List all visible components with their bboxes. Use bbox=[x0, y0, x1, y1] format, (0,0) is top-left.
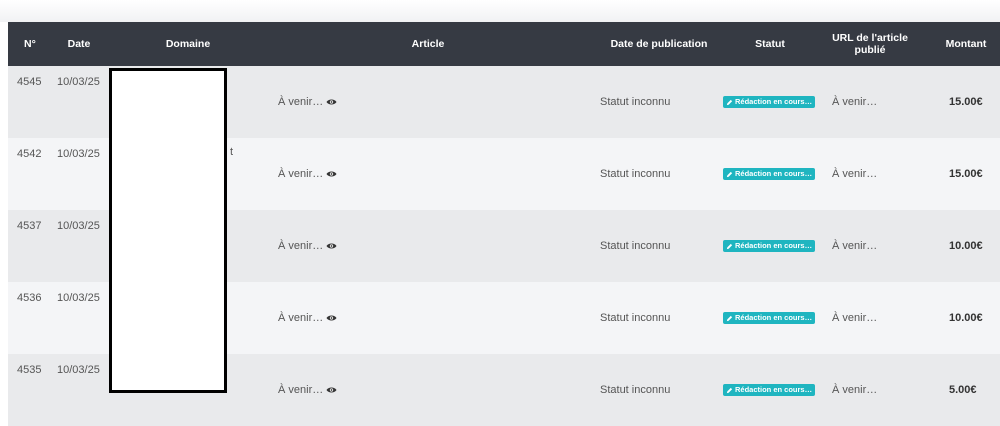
row-url: À venir… bbox=[832, 96, 878, 108]
row-amount: 15.00€ bbox=[949, 96, 983, 108]
eye-icon[interactable] bbox=[326, 170, 337, 178]
row-pub-date: Statut inconnu bbox=[600, 312, 671, 324]
row-num: 4536 bbox=[17, 292, 42, 304]
row-article[interactable]: À venir… bbox=[278, 96, 337, 108]
status-badge-label: Rédaction en cours… bbox=[735, 169, 813, 178]
eye-icon[interactable] bbox=[326, 242, 337, 250]
row-amount: 10.00€ bbox=[949, 312, 983, 324]
article-label: À venir… bbox=[278, 96, 324, 108]
row-amount: 15.00€ bbox=[949, 168, 983, 180]
article-label: À venir… bbox=[278, 384, 324, 396]
status-badge: Rédaction en cours… bbox=[723, 240, 816, 252]
row-amount: 10.00€ bbox=[949, 240, 983, 252]
article-label: À venir… bbox=[278, 312, 324, 324]
pencil-icon bbox=[726, 387, 733, 393]
pencil-icon bbox=[726, 171, 733, 177]
row-pub-date: Statut inconnu bbox=[600, 168, 671, 180]
row-status: Rédaction en cours… bbox=[723, 384, 816, 397]
col-domain-header: Domaine bbox=[165, 38, 211, 50]
row-status: Rédaction en cours… bbox=[723, 96, 816, 109]
pencil-icon bbox=[726, 243, 733, 249]
eye-icon[interactable] bbox=[326, 386, 337, 394]
row-status: Rédaction en cours… bbox=[723, 240, 816, 253]
row-status: Rédaction en cours… bbox=[723, 312, 816, 325]
row-date: 10/03/25 bbox=[57, 148, 100, 160]
row-date: 10/03/25 bbox=[57, 364, 100, 376]
row-date: 10/03/25 bbox=[57, 292, 100, 304]
row-status: Rédaction en cours… bbox=[723, 168, 816, 181]
row-url: À venir… bbox=[832, 384, 878, 396]
col-statut-header: Statut bbox=[755, 38, 785, 50]
status-badge: Rédaction en cours… bbox=[723, 168, 816, 180]
status-badge: Rédaction en cours… bbox=[723, 96, 816, 108]
row-article[interactable]: À venir… bbox=[278, 240, 337, 252]
pencil-icon bbox=[726, 99, 733, 105]
row-domain-fragment: t bbox=[230, 146, 234, 158]
row-article[interactable]: À venir… bbox=[278, 312, 337, 324]
row-amount: 5.00€ bbox=[949, 384, 977, 396]
eye-icon[interactable] bbox=[326, 98, 337, 106]
row-num: 4535 bbox=[17, 364, 42, 376]
article-label: À venir… bbox=[278, 240, 324, 252]
row-article[interactable]: À venir… bbox=[278, 384, 337, 396]
pencil-icon bbox=[726, 315, 733, 321]
row-pub-date: Statut inconnu bbox=[600, 240, 671, 252]
row-date: 10/03/25 bbox=[57, 76, 100, 88]
col-article-header: Article bbox=[411, 38, 445, 50]
row-date: 10/03/25 bbox=[57, 220, 100, 232]
col-pub-header: Date de publication bbox=[610, 38, 708, 50]
col-date-header: Date bbox=[67, 38, 91, 50]
table-header: N° Date Domaine Article Date de publicat… bbox=[8, 22, 1000, 66]
row-num: 4537 bbox=[17, 220, 42, 232]
status-badge: Rédaction en cours… bbox=[723, 312, 816, 324]
status-badge-label: Rédaction en cours… bbox=[735, 313, 813, 322]
col-url-header: URL de l'article publié bbox=[832, 32, 908, 56]
row-url: À venir… bbox=[832, 312, 878, 324]
top-strip bbox=[0, 0, 1000, 22]
status-badge-label: Rédaction en cours… bbox=[735, 385, 813, 394]
article-label: À venir… bbox=[278, 168, 324, 180]
row-url: À venir… bbox=[832, 168, 878, 180]
status-badge: Rédaction en cours… bbox=[723, 384, 816, 396]
row-num: 4542 bbox=[17, 148, 42, 160]
col-amount-header: Montant bbox=[945, 38, 987, 50]
eye-icon[interactable] bbox=[326, 314, 337, 322]
row-url: À venir… bbox=[832, 240, 878, 252]
row-pub-date: Statut inconnu bbox=[600, 96, 671, 108]
row-article[interactable]: À venir… bbox=[278, 168, 337, 180]
status-badge-label: Rédaction en cours… bbox=[735, 97, 813, 106]
col-num-header: N° bbox=[24, 38, 36, 50]
row-pub-date: Statut inconnu bbox=[600, 384, 671, 396]
status-badge-label: Rédaction en cours… bbox=[735, 241, 813, 250]
row-num: 4545 bbox=[17, 76, 42, 88]
redaction-box bbox=[109, 68, 227, 393]
